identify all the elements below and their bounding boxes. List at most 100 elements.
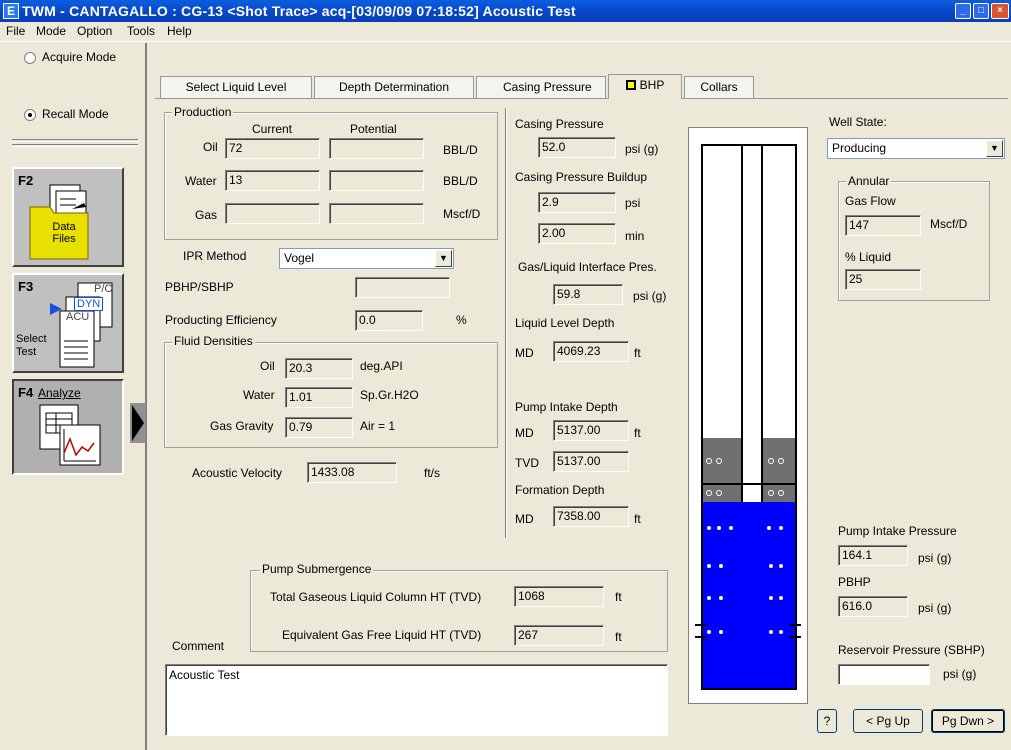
acquire-mode-radio[interactable] bbox=[24, 52, 36, 64]
casing-pressure-label: Casing Pressure bbox=[515, 117, 604, 131]
help-button[interactable]: ? bbox=[817, 709, 837, 733]
fluid-water-unit: Sp.Gr.H2O bbox=[360, 388, 419, 402]
analyze-chart-icon bbox=[39, 404, 101, 466]
buildup-min-field[interactable]: 2.00 bbox=[538, 223, 616, 244]
pbhp-field[interactable]: 616.0 bbox=[838, 596, 908, 617]
water-current-field[interactable]: 13 bbox=[225, 170, 320, 191]
acquire-mode-label[interactable]: Acquire Mode bbox=[42, 50, 116, 64]
casing-pressure-field[interactable]: 52.0 bbox=[538, 137, 616, 158]
tab-bhp[interactable]: BHP bbox=[608, 74, 682, 99]
pump-intake-pressure-label: Pump Intake Pressure bbox=[838, 524, 957, 538]
gas-bubble-dot bbox=[729, 526, 733, 530]
active-pointer-icon bbox=[130, 403, 146, 443]
menu-option[interactable]: Option bbox=[75, 24, 114, 38]
buildup-label: Casing Pressure Buildup bbox=[515, 170, 648, 184]
f2-data-files-button[interactable]: F2 Data Files bbox=[12, 167, 124, 267]
gas-flow-field[interactable]: 147 bbox=[845, 215, 921, 236]
fluid-oil-field[interactable]: 20.3 bbox=[285, 358, 353, 379]
water-potential-field[interactable] bbox=[329, 170, 424, 191]
efficiency-field[interactable]: 0.0 bbox=[355, 310, 423, 331]
gas-bubble-dot bbox=[769, 596, 773, 600]
tab-casing-pressure[interactable]: Casing Pressure bbox=[476, 76, 606, 98]
interface-pressure-field[interactable]: 59.8 bbox=[553, 284, 623, 305]
gas-bubble-dot bbox=[767, 526, 771, 530]
gas-bubble-dot bbox=[779, 596, 783, 600]
tubing bbox=[741, 146, 763, 502]
gas-potential-field[interactable] bbox=[329, 203, 424, 224]
maximize-icon[interactable]: □ bbox=[973, 3, 989, 19]
chevron-down-icon[interactable]: ▼ bbox=[986, 140, 1003, 157]
pbhp-sbhp-field[interactable] bbox=[355, 277, 450, 298]
pump-submergence-title: Pump Submergence bbox=[260, 562, 374, 576]
gaseous-column-field[interactable]: 1068 bbox=[514, 586, 604, 607]
f4-key-label: F4 bbox=[18, 385, 34, 400]
gaseous-column-unit: ft bbox=[615, 590, 622, 604]
pump-intake-md-field[interactable]: 5137.00 bbox=[553, 420, 629, 441]
gas-bubble-ring bbox=[778, 490, 784, 496]
fluid-water-field[interactable]: 1.01 bbox=[285, 387, 353, 408]
gas-gravity-unit: Air = 1 bbox=[360, 419, 396, 433]
gas-gravity-field[interactable]: 0.79 bbox=[285, 417, 353, 438]
page-down-button[interactable]: Pg Dwn > bbox=[931, 709, 1005, 733]
divider bbox=[12, 144, 138, 147]
sbhp-field[interactable] bbox=[838, 664, 930, 685]
menu-bar: File Mode Option Tools Help bbox=[0, 22, 1011, 42]
oil-current-field[interactable]: 72 bbox=[225, 138, 320, 159]
gas-bubble-ring bbox=[706, 490, 712, 496]
efficiency-unit: % bbox=[456, 313, 467, 327]
menu-file[interactable]: File bbox=[4, 24, 27, 38]
menu-tools[interactable]: Tools bbox=[125, 24, 157, 38]
oil-label: Oil bbox=[203, 140, 218, 154]
acoustic-velocity-field[interactable]: 1433.08 bbox=[307, 462, 397, 483]
lld-md-prefix: MD bbox=[515, 346, 534, 360]
recall-mode-radio[interactable] bbox=[24, 109, 36, 121]
menu-mode[interactable]: Mode bbox=[34, 24, 68, 38]
minimize-icon[interactable]: _ bbox=[955, 3, 971, 19]
gas-current-field[interactable] bbox=[225, 203, 320, 224]
buildup-psi-field[interactable]: 2.9 bbox=[538, 192, 616, 213]
f3-key-label: F3 bbox=[18, 279, 34, 294]
menu-help[interactable]: Help bbox=[165, 24, 194, 38]
comment-label: Comment bbox=[172, 639, 225, 653]
chevron-down-icon[interactable]: ▼ bbox=[435, 250, 452, 267]
liquid-percent-field[interactable]: 25 bbox=[845, 269, 921, 290]
ipr-method-select[interactable]: Vogel ▼ bbox=[279, 248, 454, 269]
gas-bubble-dot bbox=[707, 564, 711, 568]
gas-gravity-label: Gas Gravity bbox=[210, 419, 274, 433]
tab-collars[interactable]: Collars bbox=[684, 76, 754, 98]
pump-intake-pressure-field[interactable]: 164.1 bbox=[838, 545, 908, 566]
annular-title: Annular bbox=[846, 174, 892, 188]
page-up-button[interactable]: < Pg Up bbox=[853, 709, 923, 733]
app-icon[interactable]: E bbox=[3, 3, 19, 19]
gas-bubble-dot bbox=[719, 596, 723, 600]
gas-bubble-dot bbox=[707, 596, 711, 600]
pbhp-label: PBHP bbox=[838, 575, 871, 589]
well-state-label: Well State: bbox=[829, 115, 887, 129]
fluid-oil-unit: deg.API bbox=[360, 359, 403, 373]
production-title: Production bbox=[172, 105, 234, 119]
close-icon[interactable]: × bbox=[991, 3, 1009, 19]
f4-analyze-button[interactable]: F4 Analyze bbox=[12, 379, 124, 475]
gas-free-field[interactable]: 267 bbox=[514, 625, 604, 646]
title-bar: E TWM - CANTAGALLO : CG-13 <Shot Trace> … bbox=[0, 0, 1011, 22]
tab-depth-determination[interactable]: Depth Determination bbox=[314, 76, 474, 98]
comment-textarea[interactable]: Acoustic Test bbox=[165, 664, 668, 736]
gaseous-column-label: Total Gaseous Liquid Column HT (TVD) bbox=[270, 590, 482, 604]
pump-intake-tvd-field[interactable]: 5137.00 bbox=[553, 451, 629, 472]
formation-depth-field[interactable]: 7358.00 bbox=[553, 506, 629, 527]
oil-unit: BBL/D bbox=[443, 143, 478, 157]
f3-label: Select Test bbox=[16, 333, 47, 358]
tab-select-liquid-level[interactable]: Select Liquid Level bbox=[160, 76, 312, 98]
recall-mode-label[interactable]: Recall Mode bbox=[42, 107, 109, 121]
buildup-min-unit: min bbox=[625, 229, 645, 243]
f3-select-test-button[interactable]: F3 P/C DYN ACU Select Test bbox=[12, 273, 124, 373]
oil-potential-field[interactable] bbox=[329, 138, 424, 159]
fluid-water-label: Water bbox=[243, 388, 275, 402]
gas-bubble-ring bbox=[706, 458, 712, 464]
liquid-level-depth-field[interactable]: 4069.23 bbox=[553, 341, 629, 362]
well-state-select[interactable]: Producing ▼ bbox=[827, 138, 1005, 159]
gas-bubble-dot bbox=[719, 630, 723, 634]
gas-bubble-dot bbox=[719, 564, 723, 568]
well-state-value: Producing bbox=[832, 141, 887, 155]
perforation-left bbox=[695, 624, 707, 638]
